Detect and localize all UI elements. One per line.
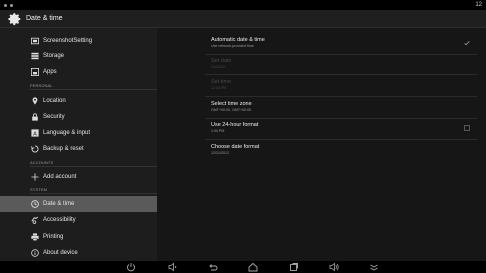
sidebar-item-printing[interactable]: Printing [0, 230, 157, 244]
power-icon[interactable] [126, 262, 136, 272]
setting-set-date: Set date 1/1/2012 [211, 58, 232, 69]
sidebar-item-screenshot[interactable]: ScreenshotSetting [0, 34, 157, 48]
recents-icon[interactable] [289, 262, 299, 272]
notification-dots [4, 3, 13, 7]
gear-icon[interactable] [8, 12, 22, 26]
plus-icon [31, 173, 39, 181]
sidebar-item-label: Language & input [43, 130, 91, 136]
use-24-hour-checkbox[interactable] [464, 125, 470, 131]
setting-title: Set date [211, 58, 232, 64]
menu-chevron-icon[interactable] [369, 262, 379, 272]
sidebar-item-add-account[interactable]: Add account [0, 170, 157, 184]
setting-divider [205, 74, 477, 75]
sidebar-item-label: Backup & reset [43, 146, 84, 152]
section-header-accounts: ACCOUNTS [30, 160, 54, 165]
section-divider [30, 166, 157, 167]
setting-divider [205, 96, 477, 97]
backup-icon [31, 145, 39, 153]
sidebar-item-date-time[interactable]: Date & time [0, 196, 157, 212]
accessibility-icon [31, 216, 39, 224]
setting-title: Select time zone [211, 101, 252, 107]
sidebar-item-language[interactable]: A Language & input [0, 126, 157, 140]
sidebar-item-about[interactable]: About device [0, 246, 157, 260]
info-icon [31, 249, 39, 257]
volume-down-icon[interactable] [168, 262, 178, 272]
section-header-personal: PERSONAL [30, 83, 53, 88]
sidebar-item-location[interactable]: Location [0, 94, 157, 108]
clock-icon [31, 200, 39, 208]
setting-select-time-zone[interactable]: Select time zone GMT+00:00, GMT+00:00 [211, 101, 252, 112]
setting-title: Set time [211, 79, 232, 85]
setting-choose-date-format[interactable]: Choose date format 12/31/2012 [211, 144, 259, 155]
back-icon[interactable] [208, 262, 218, 272]
setting-divider [205, 54, 477, 55]
sidebar-item-label: ScreenshotSetting [43, 38, 93, 44]
navigation-bar [0, 261, 486, 273]
setting-title: Automatic date & time [211, 37, 265, 43]
sidebar-item-security[interactable]: Security [0, 110, 157, 124]
action-bar: Date & time [0, 10, 486, 28]
status-time: 12 [475, 2, 482, 8]
home-icon[interactable] [248, 262, 258, 272]
storage-icon [31, 52, 39, 60]
checkmark-icon[interactable] [464, 40, 470, 46]
sidebar-item-apps[interactable]: Apps [0, 65, 157, 79]
location-icon [32, 97, 38, 105]
setting-automatic-date-time[interactable]: Automatic date & time Use network-provid… [211, 37, 265, 48]
sidebar-item-backup[interactable]: Backup & reset [0, 142, 157, 156]
setting-summary: 12:04 PM [211, 86, 227, 90]
setting-use-24-hour[interactable]: Use 24-hour format 1:00 PM [211, 122, 258, 133]
setting-divider [205, 118, 477, 119]
sidebar-item-storage[interactable]: Storage [0, 49, 157, 63]
screenshot-icon [31, 37, 39, 45]
status-bar: 12 [0, 0, 486, 10]
settings-sidebar: ScreenshotSetting Storage Apps PERSONAL … [0, 28, 157, 261]
date-time-panel [157, 28, 486, 261]
setting-summary: 12/31/2012 [211, 151, 229, 155]
setting-divider [205, 139, 477, 140]
svg-text:A: A [33, 131, 37, 137]
setting-set-time: Set time 12:04 PM [211, 79, 231, 90]
volume-up-icon[interactable] [329, 262, 339, 272]
lock-icon [32, 113, 38, 121]
sidebar-item-accessibility[interactable]: Accessibility [0, 213, 157, 227]
setting-summary: 1/1/2012 [211, 65, 225, 69]
section-header-system: SYSTEM [30, 187, 48, 192]
language-icon: A [31, 129, 39, 137]
setting-summary: 1:00 PM [211, 129, 225, 133]
setting-title: Choose date format [211, 144, 260, 150]
page-title: Date & time [26, 15, 63, 22]
printer-icon [31, 233, 39, 241]
section-divider [30, 193, 157, 194]
setting-title: Use 24-hour format [211, 122, 259, 128]
setting-summary: GMT+00:00, GMT+00:00 [211, 108, 252, 112]
setting-summary: Use network-provided time [211, 44, 254, 48]
apps-icon [31, 68, 39, 76]
section-divider [30, 89, 157, 90]
